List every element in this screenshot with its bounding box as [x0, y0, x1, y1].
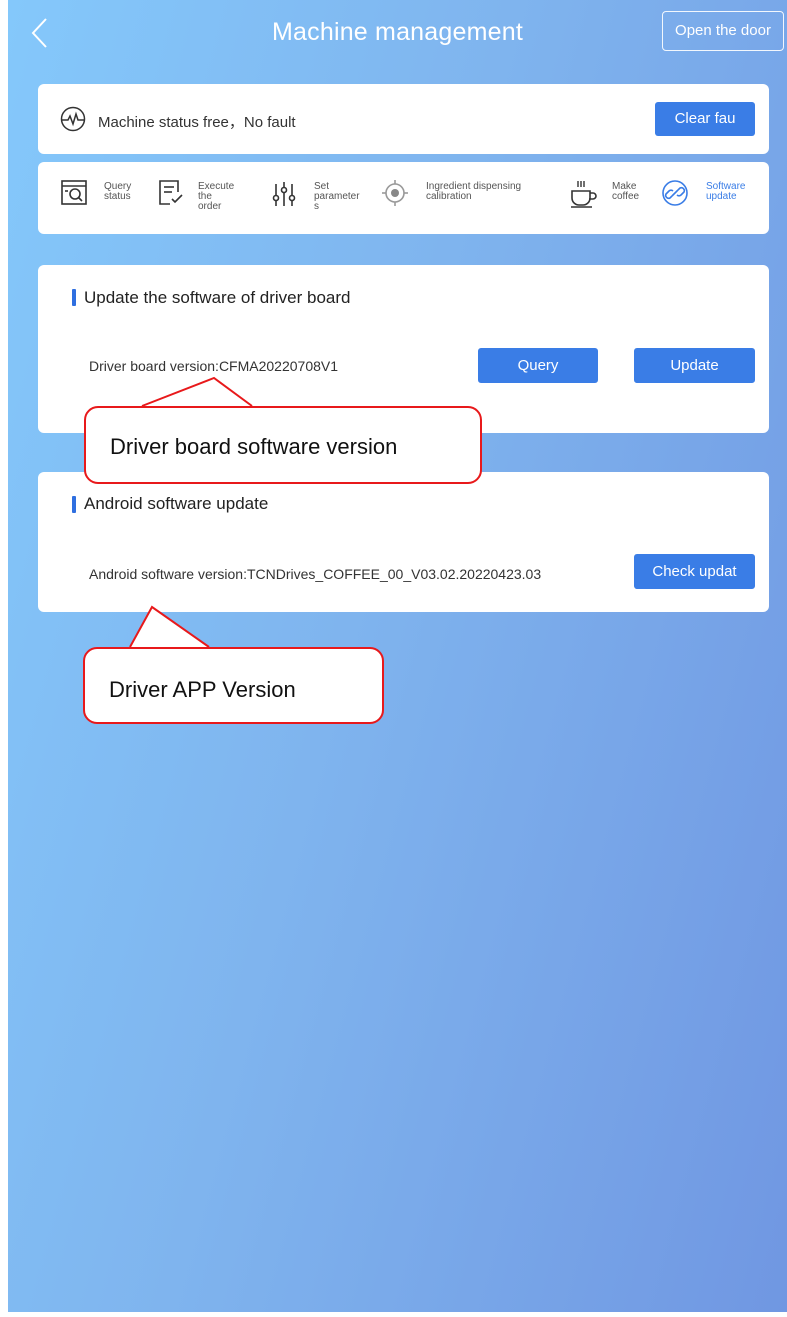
tool-label: Make coffee — [612, 181, 640, 202]
open-door-button[interactable]: Open the door — [662, 11, 784, 51]
annotation-driver-board-callout: Driver board software version — [84, 376, 482, 484]
annotation-driver-app-callout: Driver APP Version — [83, 605, 384, 724]
android-update-card: Android software update Android software… — [38, 472, 769, 612]
tool-label: Ingredient dispensing calibration — [426, 181, 522, 202]
tool-query-status[interactable]: Query status — [60, 176, 150, 220]
tool-software-update[interactable]: Software update — [660, 176, 760, 220]
machine-status-text: Machine status free，No fault — [98, 114, 296, 131]
execute-order-icon — [159, 180, 183, 205]
tool-label: Set parameter s — [314, 181, 360, 212]
tool-execute-order[interactable]: Execute the order — [156, 176, 246, 220]
calibration-icon — [382, 180, 408, 206]
coffee-cup-icon — [571, 181, 597, 208]
android-section-title: Android software update — [84, 494, 269, 513]
machine-management-screen: Machine management Open the door Machine… — [8, 0, 787, 1312]
callout-pointer — [141, 376, 253, 407]
annotation-driver-board-text: Driver board software version — [110, 434, 398, 459]
driver-board-version: Driver board version:CFMA20220708V1 — [89, 358, 339, 374]
update-button[interactable]: Update — [634, 348, 755, 383]
heartbeat-status-icon — [60, 106, 86, 132]
tool-label: Execute the order — [198, 181, 235, 212]
machine-status-card: Machine status free，No fault Clear fau — [38, 84, 769, 154]
driver-section-title: Update the software of driver board — [84, 288, 351, 307]
tool-label: Query status — [104, 181, 132, 202]
section-marker — [72, 289, 76, 306]
annotation-driver-app-text: Driver APP Version — [109, 677, 296, 702]
tool-label: Software update — [706, 181, 746, 202]
software-update-icon — [662, 180, 688, 206]
callout-pointer — [129, 605, 210, 648]
check-update-button[interactable]: Check updat — [634, 554, 755, 589]
tools-bar: Query status Execute the order Set param… — [38, 162, 769, 234]
section-marker — [72, 496, 76, 513]
tool-make-coffee[interactable]: Make coffee — [568, 176, 658, 220]
tool-set-parameters[interactable]: Set parameter s — [270, 176, 360, 220]
tool-ingredient-calibration[interactable]: Ingredient dispensing calibration — [380, 176, 550, 220]
android-software-version: Android software version:TCNDrives_COFFE… — [89, 566, 542, 582]
clear-fault-button[interactable]: Clear fau — [655, 102, 755, 136]
query-status-icon — [61, 180, 87, 205]
query-button[interactable]: Query — [478, 348, 598, 383]
set-parameters-icon — [272, 182, 296, 206]
